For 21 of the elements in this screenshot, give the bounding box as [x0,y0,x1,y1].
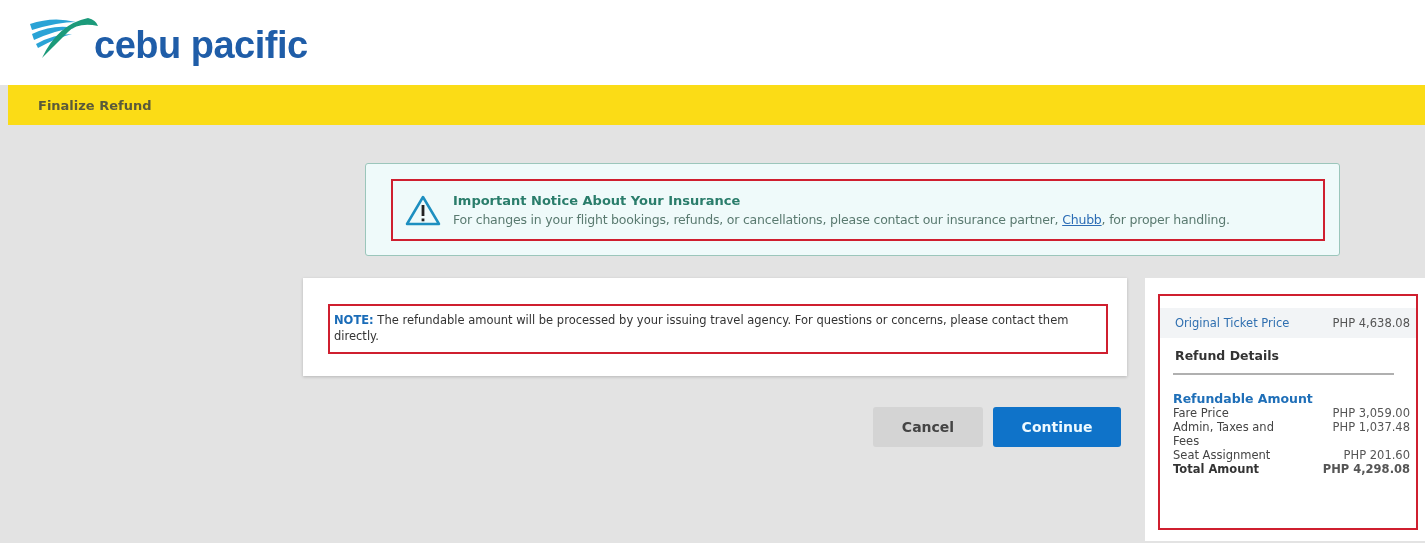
amount-label: Seat Assignment [1173,448,1272,462]
amount-value: PHP 3,059.00 [1332,406,1410,420]
original-price-value: PHP 4,638.08 [1332,316,1410,330]
amount-label: Admin, Taxes and Fees [1173,420,1275,448]
amount-value: PHP 201.60 [1343,448,1410,462]
page-title: Finalize Refund [38,97,152,113]
warning-icon [405,194,441,226]
amount-label: Fare Price [1173,406,1230,420]
notice-title: Important Notice About Your Insurance [453,193,742,208]
refundable-amount-heading: Refundable Amount [1173,391,1314,406]
refund-details-heading: Refund Details [1173,338,1394,375]
cancel-button[interactable]: Cancel [873,407,983,447]
amount-value: PHP 4,298.08 [1322,462,1410,476]
note-text: NOTE: The refundable amount will be processed by your issuing travel agency. For questions or concerns, please contact them directly. [334,312,1070,345]
continue-button[interactable]: Continue [993,407,1121,447]
notice-text: For changes in your flight bookings, refunds, or cancellations, please contact our insurance partner, Chubb, for proper handling. [453,212,1230,227]
brand-name: cebu pacific [94,24,308,67]
chubb-link[interactable]: Chubb [1062,212,1102,227]
original-price-label: Original Ticket Price [1175,316,1290,330]
amount-label: Total Amount [1173,462,1261,476]
amount-value: PHP 1,037.48 [1332,420,1410,436]
